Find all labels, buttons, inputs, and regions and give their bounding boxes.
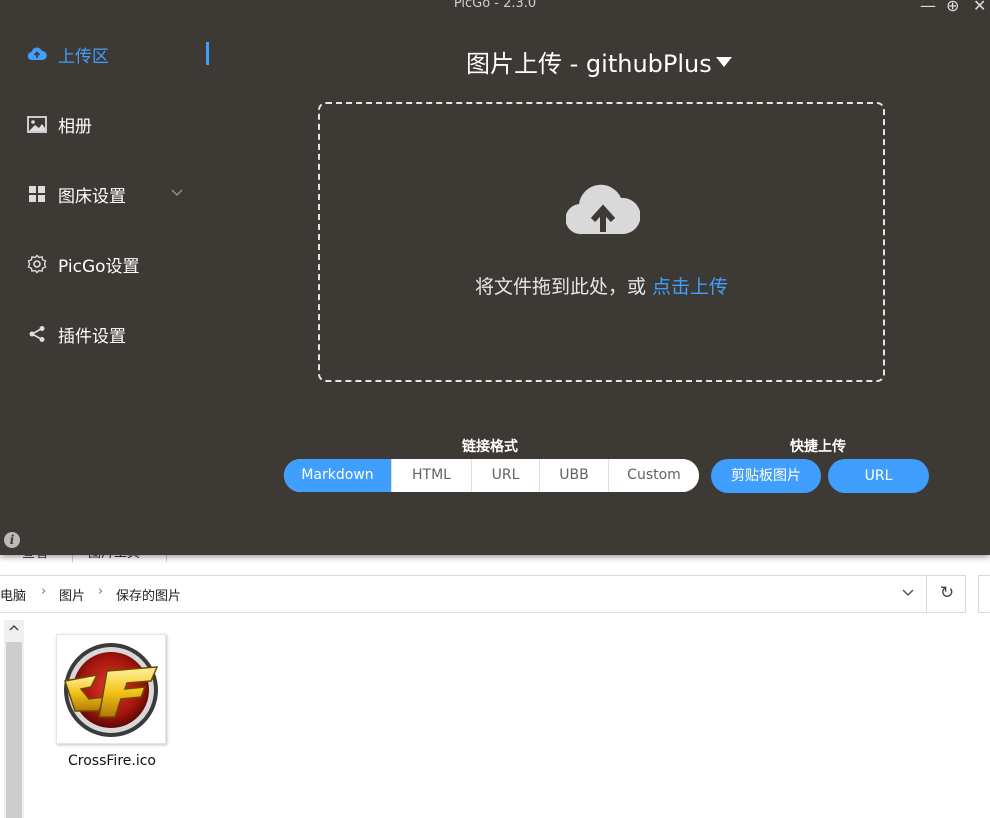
sidebar-item-label: 相册 [58,116,92,137]
chevron-right-icon: › [98,584,104,599]
maximize-icon[interactable]: ⊕ [946,0,959,15]
breadcrumb-this-pc[interactable]: 此电脑 [0,585,26,604]
link-format-group: Markdown HTML URL UBB Custom [284,459,699,492]
link-format-label: 链接格式 [462,439,518,455]
breadcrumb-pictures[interactable]: 图片 [59,585,85,604]
sidebar-item-plugin-settings[interactable]: 插件设置 [26,322,126,347]
refresh-icon[interactable]: ↻ [937,583,957,603]
share-icon [26,324,48,344]
address-divider [926,576,927,612]
chevron-down-icon[interactable] [170,184,184,198]
format-html-button[interactable]: HTML [391,459,471,492]
page-title[interactable]: 图片上传 - githubPlus [466,44,712,79]
minimize-icon[interactable]: — [920,0,936,15]
sidebar-item-label: PicGo设置 [58,256,140,277]
caret-down-icon[interactable] [716,57,732,67]
gear-icon [26,254,48,274]
active-indicator [206,42,209,65]
click-upload-link[interactable]: 点击上传 [652,276,728,298]
picgo-window: PicGo - 2.3.0 — ⊕ ✕ 上传区 相册 图床设置 PicGo设置 … [0,0,990,555]
close-icon[interactable]: ✕ [973,0,986,15]
vertical-scrollbar[interactable] [4,620,24,818]
format-url-button[interactable]: URL [471,459,539,492]
sidebar-item-gallery[interactable]: 相册 [26,112,92,137]
cloud-upload-icon [26,44,48,64]
address-bar[interactable]: 此电脑 › 图片 › 保存的图片 ↻ [0,575,966,613]
sidebar-item-image-host-settings[interactable]: 图床设置 [26,182,126,207]
sidebar: 上传区 相册 图床设置 PicGo设置 插件设置 i [0,0,220,555]
grid-icon [26,184,48,204]
cloud-upload-icon [565,178,641,240]
format-ubb-button[interactable]: UBB [539,459,608,492]
search-box[interactable] [978,575,990,613]
format-markdown-button[interactable]: Markdown [284,459,391,492]
format-custom-button[interactable]: Custom [608,459,699,492]
sidebar-item-label: 图床设置 [58,186,126,207]
sidebar-item-label: 上传区 [58,46,109,67]
dropzone-text: 将文件拖到此处，或 点击上传 [320,272,883,299]
file-name[interactable]: CrossFire.ico [56,753,168,769]
image-icon [26,114,48,134]
chevron-down-icon[interactable] [899,585,917,603]
sidebar-item-upload[interactable]: 上传区 [26,42,109,67]
crossfire-logo-icon [56,634,166,744]
dropzone-hint: 将文件拖到此处，或 [474,276,646,298]
url-upload-button[interactable]: URL [828,459,929,493]
breadcrumb-saved-pictures[interactable]: 保存的图片 [116,585,181,604]
chevron-right-icon: › [41,584,47,599]
clipboard-upload-button[interactable]: 剪贴板图片 [711,459,821,493]
sidebar-item-picgo-settings[interactable]: PicGo设置 [26,252,140,277]
sidebar-item-label: 插件设置 [58,326,126,347]
info-icon[interactable]: i [4,532,20,548]
quick-upload-label: 快捷上传 [790,439,846,455]
scroll-up-icon[interactable] [4,620,24,638]
scroll-thumb[interactable] [6,642,22,818]
upload-dropzone[interactable]: 将文件拖到此处，或 点击上传 [318,102,885,382]
file-item[interactable]: CrossFire.ico [56,634,168,769]
